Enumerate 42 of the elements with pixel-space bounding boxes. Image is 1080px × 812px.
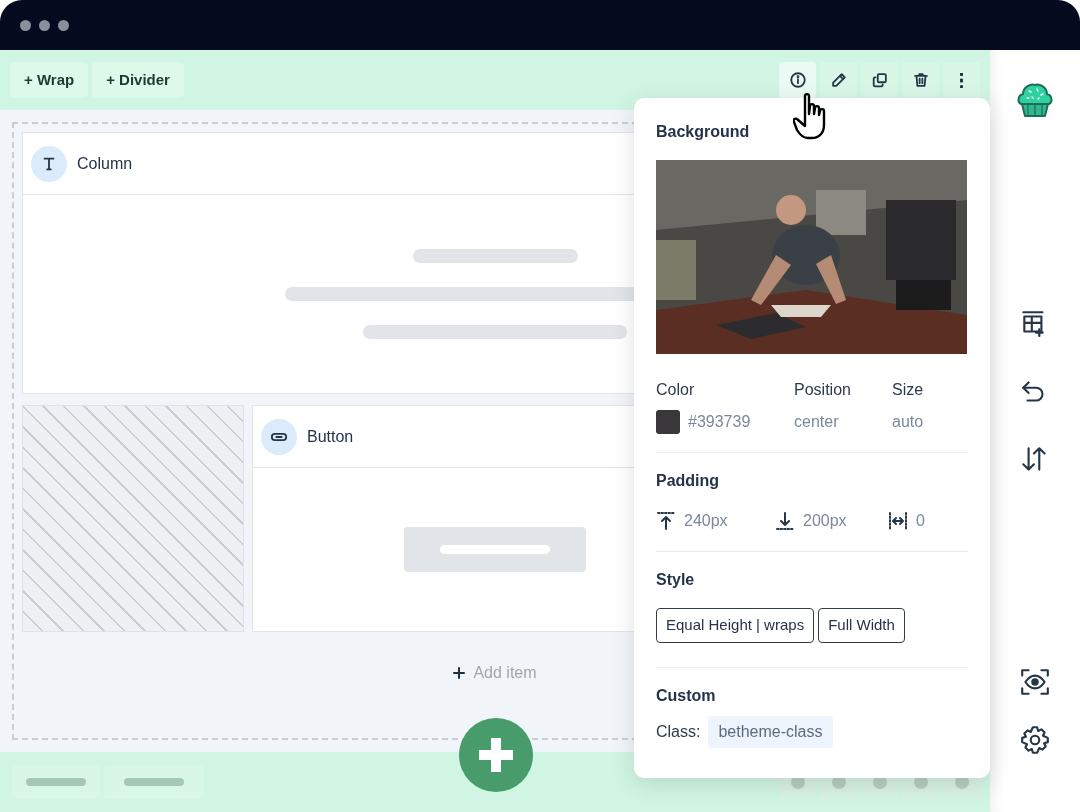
- field-value: center: [794, 412, 839, 432]
- preview-icon: [1019, 666, 1051, 698]
- window-dot: [20, 19, 31, 31]
- padding-value: 0: [916, 511, 925, 531]
- window-dot: [39, 19, 50, 31]
- info-icon: [788, 71, 807, 89]
- section-heading: Background: [656, 122, 751, 142]
- info-button[interactable]: [779, 62, 816, 98]
- copy-button[interactable]: [861, 62, 898, 98]
- window-dot: [58, 19, 69, 31]
- padding-top-icon: [656, 511, 676, 531]
- field-label: Position: [794, 380, 852, 400]
- plus-icon: [453, 667, 466, 679]
- trash-icon: [911, 71, 930, 89]
- padding-value: 200px: [803, 511, 847, 531]
- trash-button[interactable]: [902, 62, 939, 98]
- pencil-icon: [829, 71, 848, 89]
- style-tag[interactable]: Full Width: [818, 608, 905, 643]
- copy-icon: [870, 71, 889, 89]
- block-title: Column: [77, 153, 133, 174]
- settings-icon: [1019, 724, 1051, 756]
- class-name-field[interactable]: betheme-class: [708, 715, 833, 748]
- settings-button[interactable]: [1019, 724, 1051, 756]
- block-title: Button: [307, 426, 354, 447]
- field-label: Size: [892, 380, 924, 400]
- padding-value: 240px: [684, 511, 728, 531]
- padding-bottom-icon: [775, 511, 795, 531]
- add-button[interactable]: + Divider: [92, 62, 184, 98]
- preview-button[interactable]: [1019, 666, 1051, 698]
- field-value: #393739: [688, 412, 751, 432]
- field-label: Class:: [656, 721, 701, 742]
- field-label: Color: [656, 380, 696, 400]
- add-button[interactable]: + Wrap: [10, 62, 89, 98]
- more-icon: [960, 72, 963, 88]
- section-heading: Padding: [656, 471, 721, 491]
- style-tag[interactable]: Equal Height | wraps: [656, 608, 815, 643]
- padding-sides-icon: [888, 511, 908, 531]
- field-value: auto: [892, 412, 924, 432]
- section-heading: Style: [656, 570, 696, 590]
- pencil-button[interactable]: [820, 62, 857, 98]
- plus-icon: [479, 738, 513, 772]
- section-heading: Custom: [656, 685, 717, 706]
